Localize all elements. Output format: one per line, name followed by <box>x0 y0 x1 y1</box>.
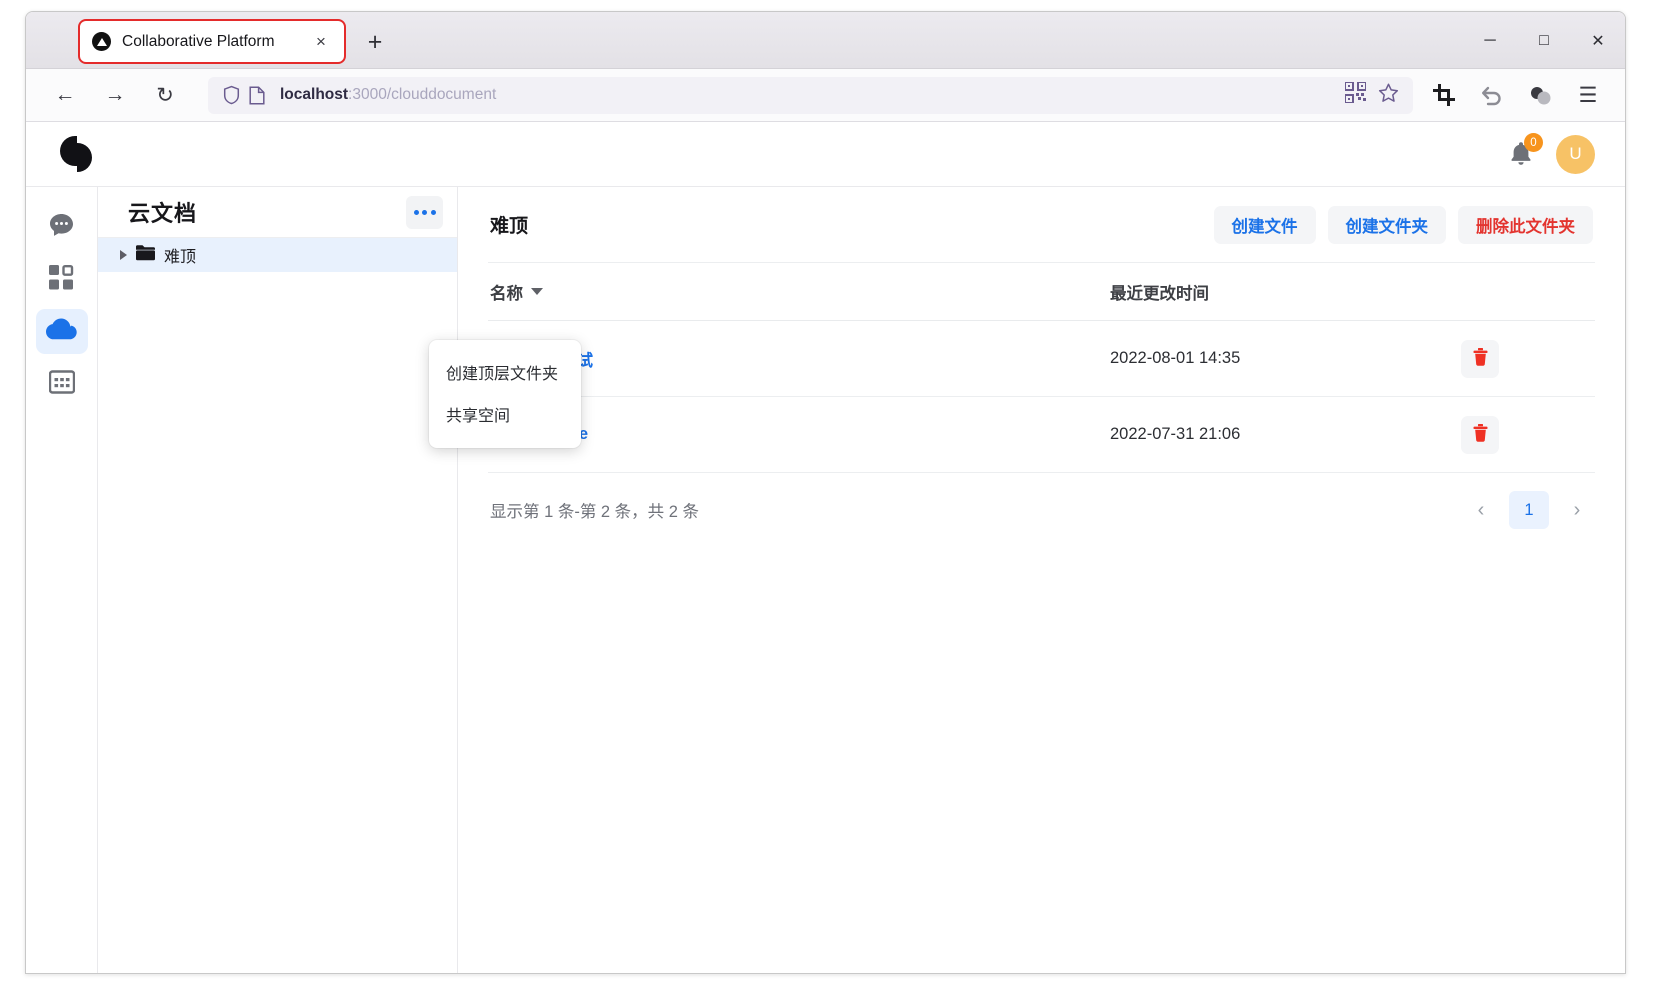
avatar[interactable]: U <box>1556 134 1595 174</box>
sidebar-item-calendar[interactable] <box>36 361 88 406</box>
table-row[interactable]: qwe 2022-07-31 21:06 <box>488 397 1595 473</box>
url-path: :3000/clouddocument <box>348 86 497 103</box>
sidebar-item-chat[interactable] <box>36 205 88 250</box>
notifications-button[interactable]: 0 <box>1508 133 1543 168</box>
prev-page-button[interactable]: ‹ <box>1465 494 1497 526</box>
create-file-button[interactable]: 创建文件 <box>1213 205 1316 244</box>
delete-row-button[interactable] <box>1461 339 1499 378</box>
column-header-name-label: 名称 <box>490 284 523 303</box>
browser-window: Collaborative Platform × + ─ □ ✕ ← → ↻ l… <box>25 11 1626 974</box>
browser-tabstrip: Collaborative Platform × + ─ □ ✕ <box>26 12 1625 69</box>
more-options-dropdown: 创建顶层文件夹 共享空间 <box>429 340 581 448</box>
page-number-1[interactable]: 1 <box>1509 491 1549 529</box>
back-button[interactable]: ← <box>44 74 86 116</box>
app-header-actions: 0 U <box>1508 133 1625 174</box>
window-minimize-button[interactable]: ─ <box>1463 12 1517 69</box>
folder-icon <box>136 244 155 266</box>
screenshot-crop-icon[interactable] <box>1423 74 1465 116</box>
main-action-buttons: 创建文件 创建文件夹 删除此文件夹 <box>1213 205 1593 244</box>
row-modified-time: 2022-08-01 14:35 <box>1110 349 1241 367</box>
main-header: 难顶 创建文件 创建文件夹 删除此文件夹 <box>488 187 1595 263</box>
column-header-name[interactable]: 名称 <box>490 280 1110 304</box>
chevron-right-icon[interactable] <box>120 250 127 260</box>
window-close-button[interactable]: ✕ <box>1571 12 1625 69</box>
more-options-button[interactable] <box>406 195 443 229</box>
create-folder-button[interactable]: 创建文件夹 <box>1327 205 1446 244</box>
dropdown-item-shared-space[interactable]: 共享空间 <box>429 393 581 435</box>
column-header-modified: 最近更改时间 <box>1110 284 1209 303</box>
url-text: localhost:3000/clouddocument <box>280 86 496 104</box>
delete-folder-button[interactable]: 删除此文件夹 <box>1458 205 1593 244</box>
brand-logo-icon[interactable] <box>59 136 95 172</box>
dropdown-item-create-top-folder[interactable]: 创建顶层文件夹 <box>429 351 581 393</box>
undo-icon[interactable] <box>1471 74 1513 116</box>
forward-button[interactable]: → <box>94 74 136 116</box>
browser-toolbar-actions: ☰ <box>1423 74 1625 116</box>
row-name-cell: qwe <box>490 422 1110 447</box>
address-bar-actions <box>1344 81 1403 108</box>
table-header-row: 名称 最近更改时间 <box>488 263 1595 321</box>
page-viewport: 0 U 云文档 难顶 难顶 创建文件 创建文件夹 删除此文件夹 名称 最近更改时… <box>26 122 1625 973</box>
browser-navbar: ← → ↻ localhost:3000/clouddocument ☰ <box>26 69 1625 122</box>
notifications-badge: 0 <box>1524 133 1543 152</box>
row-actions-cell <box>1433 339 1593 378</box>
cloud-icon <box>46 317 77 346</box>
calendar-icon <box>48 369 75 399</box>
next-page-button[interactable]: › <box>1561 494 1593 526</box>
grid-apps-icon <box>49 264 74 295</box>
qr-code-icon[interactable] <box>1344 81 1367 108</box>
window-controls: ─ □ ✕ <box>1463 12 1625 69</box>
row-actions-cell <box>1433 415 1593 454</box>
tree-panel-header: 云文档 <box>98 187 457 238</box>
row-modified-time: 2022-07-31 21:06 <box>1110 425 1241 443</box>
delete-row-button[interactable] <box>1461 415 1499 454</box>
page-info-icon[interactable] <box>244 82 270 108</box>
pagination-summary: 显示第 1 条-第 2 条，共 2 条 <box>490 503 700 521</box>
tree-item-nanding[interactable]: 难顶 <box>98 238 457 272</box>
new-tab-button[interactable]: + <box>361 28 389 56</box>
table-row[interactable]: 测试 2022-08-01 14:35 <box>488 321 1595 397</box>
tab-title: Collaborative Platform <box>122 32 275 50</box>
sort-descending-icon[interactable] <box>531 288 543 295</box>
address-bar[interactable]: localhost:3000/clouddocument <box>208 76 1413 114</box>
current-folder-title: 难顶 <box>490 216 529 237</box>
pagination-bar: 显示第 1 条-第 2 条，共 2 条 ‹ 1 › <box>488 473 1595 547</box>
pagination-controls: ‹ 1 › <box>1465 491 1593 529</box>
trash-icon <box>1473 348 1488 369</box>
tab-favicon-icon <box>92 32 111 51</box>
chat-bubble-icon <box>47 211 76 245</box>
tab-close-icon[interactable]: × <box>310 31 332 53</box>
sidebar-item-cloud[interactable] <box>35 309 88 354</box>
document-tree-panel: 云文档 难顶 <box>98 187 458 973</box>
url-host: localhost <box>280 86 349 103</box>
page-title: 云文档 <box>128 201 198 226</box>
reload-button[interactable]: ↻ <box>144 74 186 116</box>
app-header: 0 U <box>26 122 1625 187</box>
bookmark-star-icon[interactable] <box>1378 83 1399 108</box>
main-content: 难顶 创建文件 创建文件夹 删除此文件夹 名称 最近更改时间 2022-08-0… <box>458 187 1625 973</box>
row-name-cell: 测试 <box>490 347 1110 371</box>
browser-tab-active[interactable]: Collaborative Platform × <box>78 19 346 64</box>
sidebar-rail <box>26 187 98 973</box>
tree-item-label: 难顶 <box>164 249 197 266</box>
app-body: 云文档 难顶 难顶 创建文件 创建文件夹 删除此文件夹 名称 最近更改时间 20… <box>26 187 1625 973</box>
browser-menu-icon[interactable]: ☰ <box>1567 74 1609 116</box>
shield-icon[interactable] <box>218 82 244 108</box>
sidebar-item-apps[interactable] <box>36 257 88 302</box>
extensions-icon[interactable] <box>1519 74 1561 116</box>
window-maximize-button[interactable]: □ <box>1517 12 1571 69</box>
trash-icon <box>1473 424 1488 445</box>
